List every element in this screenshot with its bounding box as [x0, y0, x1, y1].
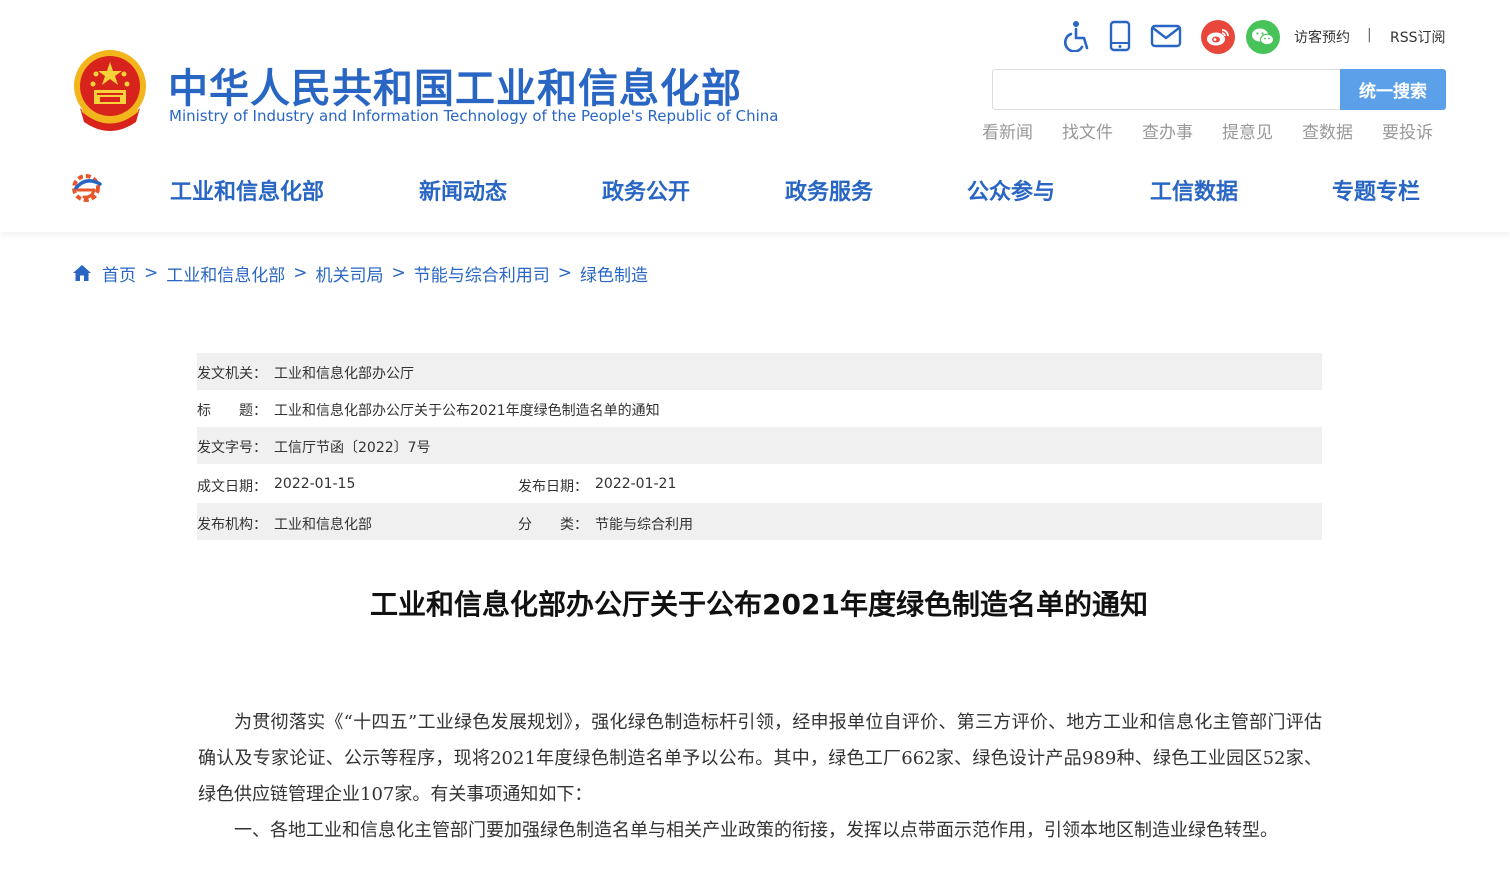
toolbar-separator: |: [1367, 27, 1372, 43]
breadcrumb-home[interactable]: 首页: [102, 261, 136, 286]
breadcrumb-separator: >: [144, 263, 159, 283]
quick-links: 看新闻 找文件 查办事 提意见 查数据 要投诉: [982, 118, 1452, 143]
nav-item-industry-data[interactable]: 工信数据: [1150, 174, 1238, 206]
meta-created-label: 成文日期：: [197, 479, 267, 495]
mail-icon[interactable]: [1148, 18, 1184, 54]
national-emblem-logo[interactable]: [70, 48, 150, 132]
meta-row-dates: 成文日期： 2022-01-15 发布日期： 2022-01-21: [197, 464, 1322, 503]
breadcrumb-departments[interactable]: 机关司局: [316, 261, 384, 286]
meta-org-value: 工业和信息化部: [274, 517, 372, 533]
meta-row-issuer: 发文机关： 工业和信息化部办公厅: [197, 353, 1322, 390]
meta-row-title: 标 题： 工业和信息化部办公厅关于公布2021年度绿色制造名单的通知: [197, 390, 1322, 427]
search-input[interactable]: [993, 70, 1341, 109]
meta-doc-number-value: 工信厅节函〔2022〕7号: [274, 440, 431, 456]
nav-item-special-topics[interactable]: 专题专栏: [1332, 174, 1420, 206]
meta-category-value: 节能与综合利用: [595, 517, 693, 533]
quick-link-news[interactable]: 看新闻: [982, 118, 1033, 143]
body-paragraph: 为贯彻落实《“十四五”工业绿色发展规划》，强化绿色制造标杆引领，经申报单位自评价…: [198, 712, 1322, 805]
breadcrumb-energy-saving-dept[interactable]: 节能与综合利用司: [414, 261, 550, 286]
quick-link-data[interactable]: 查数据: [1302, 118, 1353, 143]
nav-item-government-affairs[interactable]: 政务公开: [602, 174, 690, 206]
nav-item-public-participation[interactable]: 公众参与: [967, 174, 1055, 206]
wechat-icon[interactable]: [1246, 20, 1280, 54]
site-title[interactable]: 中华人民共和国工业和信息化部: [168, 56, 742, 114]
rss-subscribe-link[interactable]: RSS订阅: [1390, 27, 1446, 47]
meta-org-label: 发布机构：: [197, 517, 267, 533]
weibo-icon[interactable]: [1201, 20, 1235, 54]
meta-row-org-category: 发布机构： 工业和信息化部 分 类： 节能与综合利用: [197, 503, 1322, 540]
mobile-icon[interactable]: [1104, 18, 1136, 54]
meta-issuer-value: 工业和信息化部办公厅: [274, 366, 414, 382]
quick-link-documents[interactable]: 找文件: [1062, 118, 1113, 143]
meta-created-value: 2022-01-15: [274, 476, 356, 492]
home-icon[interactable]: [72, 264, 92, 282]
meta-title-label: 标 题：: [197, 403, 267, 419]
site-header: 中华人民共和国工业和信息化部 Ministry of Industry and …: [0, 0, 1510, 232]
breadcrumb-separator: >: [293, 263, 308, 283]
nav-item-government-services[interactable]: 政务服务: [785, 174, 873, 206]
breadcrumb-separator: >: [391, 263, 406, 283]
document-title: 工业和信息化部办公厅关于公布2021年度绿色制造名单的通知: [370, 588, 1148, 621]
home-logo-icon[interactable]: [66, 170, 106, 206]
breadcrumb-miit[interactable]: 工业和信息化部: [166, 261, 285, 286]
meta-published-value: 2022-01-21: [595, 476, 677, 492]
meta-published-label: 发布日期：: [518, 479, 588, 495]
header-toolbar: 访客预约 | RSS订阅: [1060, 18, 1460, 56]
site-subtitle: Ministry of Industry and Information Tec…: [169, 107, 779, 125]
body-paragraph: 一、各地工业和信息化主管部门要加强绿色制造名单与相关产业政策的衔接，发挥以点带面…: [234, 820, 1278, 841]
meta-category-label: 分 类：: [518, 517, 588, 533]
document-metadata-table: 发文机关： 工业和信息化部办公厅 标 题： 工业和信息化部办公厅关于公布2021…: [197, 353, 1322, 540]
nav-item-miit[interactable]: 工业和信息化部: [170, 174, 324, 206]
visitor-appointment-link[interactable]: 访客预约: [1294, 27, 1350, 47]
quick-link-services[interactable]: 查办事: [1142, 118, 1193, 143]
accessibility-icon[interactable]: [1060, 18, 1092, 54]
breadcrumb: 首页 > 工业和信息化部 > 机关司局 > 节能与综合利用司 > 绿色制造: [72, 261, 648, 286]
search-box: 统一搜索: [992, 69, 1446, 110]
unified-search-button[interactable]: 统一搜索: [1340, 69, 1446, 110]
breadcrumb-separator: >: [557, 263, 572, 283]
meta-title-value: 工业和信息化部办公厅关于公布2021年度绿色制造名单的通知: [274, 403, 660, 419]
meta-doc-number-label: 发文字号：: [197, 440, 267, 456]
document-body: 为贯彻落实《“十四五”工业绿色发展规划》，强化绿色制造标杆引领，经申报单位自评价…: [198, 705, 1322, 849]
quick-link-complaints[interactable]: 要投诉: [1382, 118, 1433, 143]
meta-row-doc-number: 发文字号： 工信厅节函〔2022〕7号: [197, 427, 1322, 464]
breadcrumb-green-manufacturing[interactable]: 绿色制造: [580, 261, 648, 286]
meta-issuer-label: 发文机关：: [197, 366, 267, 382]
nav-item-news[interactable]: 新闻动态: [419, 174, 507, 206]
quick-link-suggestions[interactable]: 提意见: [1222, 118, 1273, 143]
